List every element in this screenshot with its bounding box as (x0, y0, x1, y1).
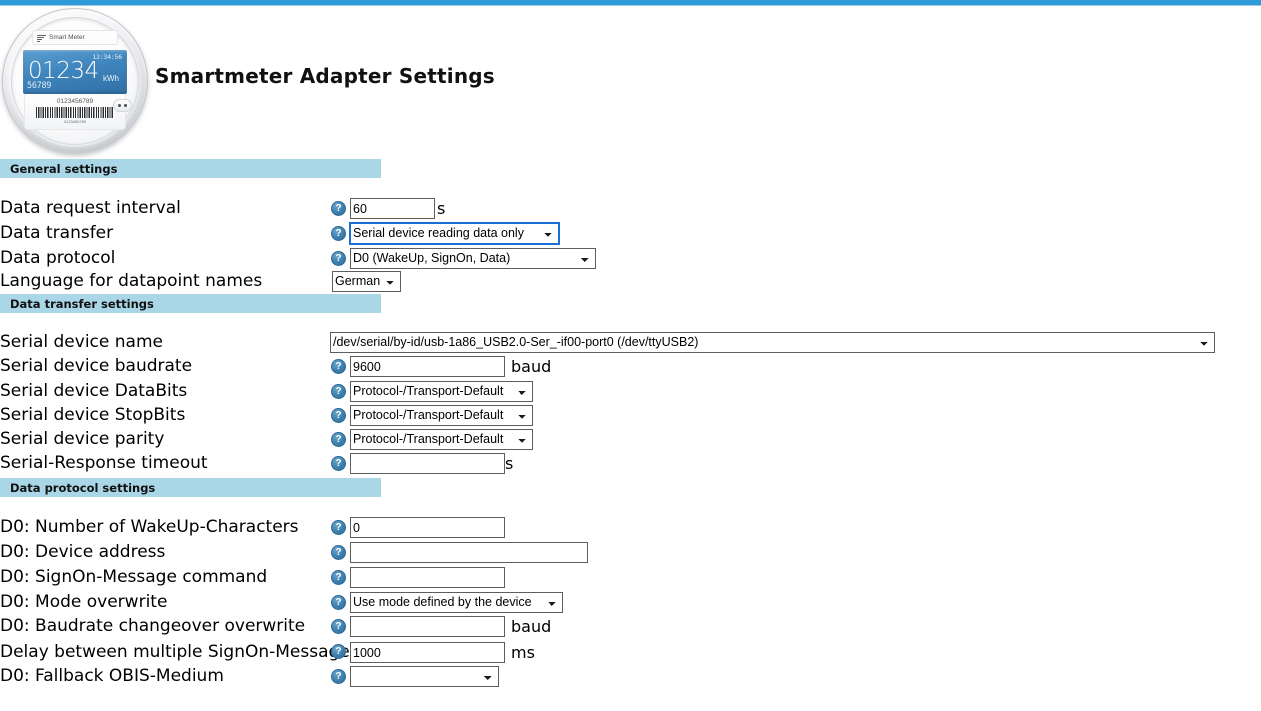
select-fallback-obis[interactable] (350, 666, 499, 687)
meter-brand-plate: Smart Meter (32, 30, 118, 45)
label-signon-delay: Delay between multiple SignOn-Messages (0, 642, 359, 662)
help-icon-signon-delay[interactable]: ? (331, 644, 346, 659)
wifi-signal-icon (36, 34, 47, 42)
label-data-transfer: Data transfer (0, 223, 114, 243)
label-serial-baudrate: Serial device baudrate (0, 356, 193, 376)
row-mode-overwrite: D0: Mode overwrite ? Use mode defined by… (0, 590, 1261, 615)
section-header-data-protocol: Data protocol settings (0, 478, 381, 497)
input-serial-baudrate[interactable] (350, 356, 505, 377)
label-serial-device-name: Serial device name (0, 332, 163, 352)
row-serial-baudrate: Serial device baudrate ? baud (0, 354, 1261, 379)
meter-barcode-caption: 0123456789 (63, 119, 87, 124)
input-signon-command[interactable] (350, 567, 505, 588)
help-icon-wakeup-chars[interactable]: ? (331, 520, 346, 535)
help-icon-baudrate-changeover[interactable]: ? (331, 619, 346, 634)
label-wakeup-chars: D0: Number of WakeUp-Characters (0, 517, 299, 537)
help-icon-serial-databits[interactable]: ? (331, 384, 346, 399)
help-icon-serial-parity[interactable]: ? (331, 432, 346, 447)
help-icon-serial-baudrate[interactable]: ? (331, 359, 346, 374)
page-header: Smart Meter 12:34:56 01234 kWh 56789 012… (0, 6, 1261, 158)
section-header-general: General settings (0, 159, 381, 178)
help-icon-data-request-interval[interactable]: ? (331, 201, 346, 216)
label-fallback-obis: D0: Fallback OBIS-Medium (0, 666, 224, 686)
meter-brand-label: Smart Meter (49, 34, 85, 41)
row-serial-stopbits: Serial device StopBits ? Protocol-/Trans… (0, 403, 1261, 428)
meter-lcd-unit: kWh (103, 74, 119, 83)
row-fallback-obis: D0: Fallback OBIS-Medium ? (0, 664, 1261, 689)
select-serial-stopbits[interactable]: Protocol-/Transport-Default (350, 405, 533, 426)
row-device-address: D0: Device address ? (0, 540, 1261, 565)
input-serial-response-timeout[interactable] (350, 453, 505, 474)
select-mode-overwrite[interactable]: Use mode defined by the device (350, 592, 563, 613)
unit-serial-baudrate: baud (511, 357, 552, 376)
section-header-data-transfer: Data transfer settings (0, 294, 381, 313)
unit-data-request-interval: s (437, 199, 446, 218)
select-language[interactable]: German (332, 271, 401, 292)
select-serial-databits[interactable]: Protocol-/Transport-Default (350, 381, 533, 402)
row-serial-device-name: Serial device name /dev/serial/by-id/usb… (0, 330, 1261, 355)
input-signon-delay[interactable] (350, 642, 505, 663)
row-data-request-interval: Data request interval ? s (0, 196, 1261, 221)
unit-serial-response-timeout: s (505, 454, 514, 473)
help-icon-data-transfer[interactable]: ? (331, 226, 346, 241)
label-signon-command: D0: SignOn-Message command (0, 567, 268, 587)
select-data-transfer[interactable]: Serial device reading data only (349, 222, 560, 245)
row-wakeup-chars: D0: Number of WakeUp-Characters ? (0, 515, 1261, 540)
unit-baudrate-changeover: baud (511, 617, 552, 636)
unit-signon-delay: ms (511, 643, 535, 662)
page-title: Smartmeter Adapter Settings (155, 64, 495, 88)
meter-indicator-dots (113, 99, 132, 112)
help-icon-data-protocol[interactable]: ? (331, 251, 346, 266)
label-serial-response-timeout: Serial-Response timeout (0, 453, 208, 473)
row-serial-response-timeout: Serial-Response timeout ? s (0, 451, 1261, 476)
help-icon-serial-response-timeout[interactable]: ? (331, 456, 346, 471)
select-data-protocol[interactable]: D0 (WakeUp, SignOn, Data) (350, 248, 596, 269)
row-data-protocol: Data protocol ? D0 (WakeUp, SignOn, Data… (0, 246, 1261, 271)
label-serial-databits: Serial device DataBits (0, 381, 188, 401)
meter-barcode-icon (36, 107, 114, 118)
label-baudrate-changeover: D0: Baudrate changeover overwrite (0, 616, 306, 636)
meter-lcd-subvalue: 56789 (27, 81, 52, 91)
help-icon-signon-command[interactable]: ? (331, 570, 346, 585)
meter-lcd-value: 01234 (28, 58, 99, 84)
meter-serial-number: 0123456789 (56, 98, 94, 105)
select-serial-parity[interactable]: Protocol-/Transport-Default (350, 429, 533, 450)
input-device-address[interactable] (350, 542, 588, 563)
help-icon-mode-overwrite[interactable]: ? (331, 595, 346, 610)
input-data-request-interval[interactable] (350, 198, 435, 219)
row-signon-command: D0: SignOn-Message command ? (0, 565, 1261, 590)
row-serial-databits: Serial device DataBits ? Protocol-/Trans… (0, 379, 1261, 404)
smart-meter-illustration: Smart Meter 12:34:56 01234 kWh 56789 012… (2, 8, 148, 154)
row-data-transfer: Data transfer ? Serial device reading da… (0, 221, 1261, 246)
row-baudrate-changeover: D0: Baudrate changeover overwrite ? baud (0, 614, 1261, 639)
row-serial-parity: Serial device parity ? Protocol-/Transpo… (0, 427, 1261, 452)
input-baudrate-changeover[interactable] (350, 616, 505, 637)
input-wakeup-chars[interactable] (350, 517, 505, 538)
label-serial-parity: Serial device parity (0, 429, 165, 449)
help-icon-serial-stopbits[interactable]: ? (331, 408, 346, 423)
label-data-protocol: Data protocol (0, 248, 116, 268)
row-language: Language for datapoint names German (0, 269, 1261, 294)
help-icon-device-address[interactable]: ? (331, 545, 346, 560)
row-signon-delay: Delay between multiple SignOn-Messages ?… (0, 640, 1261, 665)
label-mode-overwrite: D0: Mode overwrite (0, 592, 168, 612)
label-serial-stopbits: Serial device StopBits (0, 405, 186, 425)
select-serial-device-name[interactable]: /dev/serial/by-id/usb-1a86_USB2.0-Ser_-i… (330, 332, 1215, 353)
meter-lcd-display: 12:34:56 01234 kWh 56789 (23, 50, 127, 94)
label-device-address: D0: Device address (0, 542, 166, 562)
help-icon-fallback-obis[interactable]: ? (331, 669, 346, 684)
label-data-request-interval: Data request interval (0, 198, 181, 218)
label-language: Language for datapoint names (0, 271, 263, 291)
